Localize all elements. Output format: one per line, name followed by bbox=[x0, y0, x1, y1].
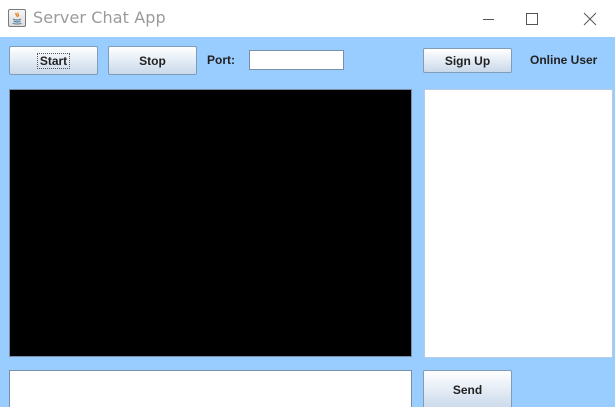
online-user-list[interactable] bbox=[424, 89, 613, 358]
start-button-label: Start bbox=[36, 52, 71, 69]
maximize-button[interactable] bbox=[509, 0, 555, 37]
start-button[interactable]: Start bbox=[9, 46, 98, 75]
close-button[interactable] bbox=[567, 0, 613, 37]
port-input[interactable] bbox=[249, 50, 344, 70]
message-input[interactable] bbox=[9, 370, 412, 407]
title-bar[interactable]: Server Chat App bbox=[0, 0, 615, 37]
chat-log-area[interactable] bbox=[9, 89, 412, 357]
port-label: Port: bbox=[207, 53, 235, 67]
server-chat-window: Server Chat App Start Stop Port: Sign Up… bbox=[0, 0, 615, 407]
maximize-icon bbox=[526, 12, 538, 25]
main-panel: Start Stop Port: Sign Up Online User Sen… bbox=[0, 37, 615, 407]
sign-up-button[interactable]: Sign Up bbox=[423, 48, 512, 73]
online-user-label: Online User bbox=[530, 53, 598, 67]
window-title: Server Chat App bbox=[33, 8, 166, 27]
send-button[interactable]: Send bbox=[423, 370, 512, 407]
stop-button[interactable]: Stop bbox=[108, 46, 197, 75]
java-icon bbox=[8, 9, 26, 27]
minimize-icon bbox=[483, 18, 494, 20]
close-icon bbox=[583, 12, 597, 25]
minimize-button[interactable] bbox=[466, 0, 512, 37]
